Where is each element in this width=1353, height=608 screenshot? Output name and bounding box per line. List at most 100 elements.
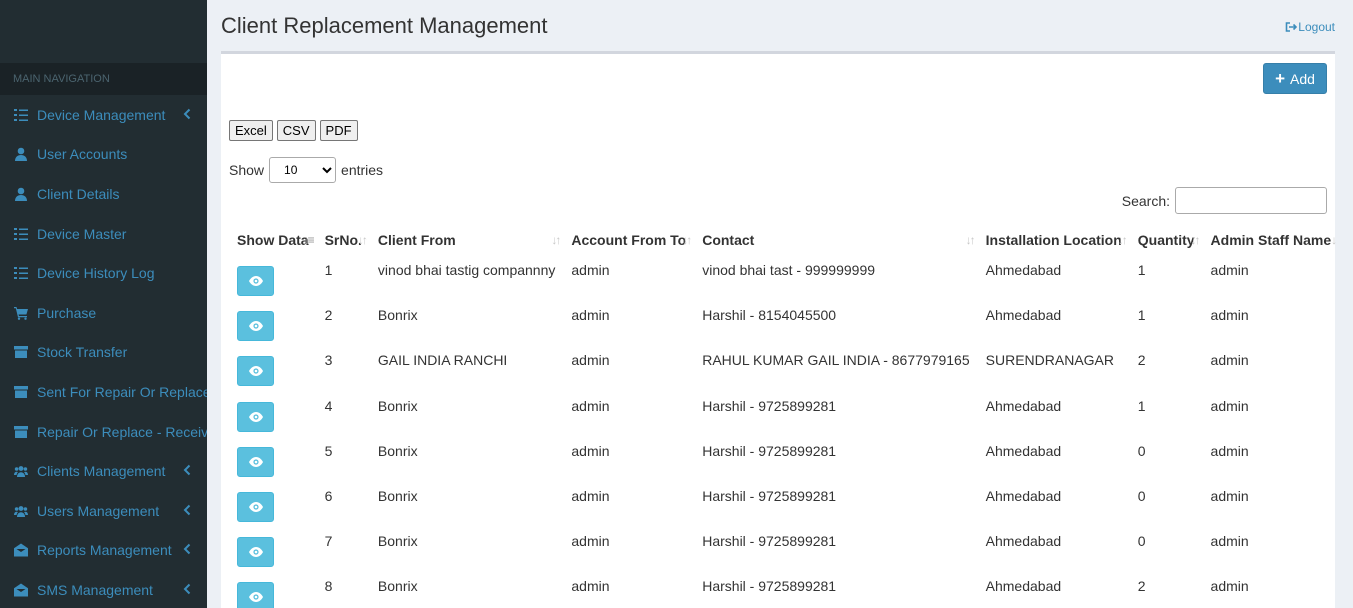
column-header[interactable]: Client From ↓↑ (370, 224, 563, 256)
quantity-cell: 0 (1137, 487, 1146, 504)
list-icon (14, 227, 28, 241)
sidebar-item-user-accounts[interactable]: User Accounts (0, 135, 207, 175)
view-button[interactable] (237, 446, 274, 477)
logout-link[interactable]: Logout (1285, 20, 1335, 34)
sidebar-item-label: Users Management (37, 502, 160, 519)
view-button[interactable] (237, 311, 274, 342)
client-from-cell: Bonrix (377, 397, 418, 414)
eye-icon (248, 321, 263, 332)
sidebar-item-label: Device Master (37, 225, 127, 242)
staff-cell: admin (1210, 442, 1249, 459)
quantity-cell: 2 (1137, 578, 1146, 595)
contact-cell: Harshil - 9725899281 (702, 578, 837, 595)
excel-button[interactable]: Excel (229, 120, 273, 141)
envelope-open-icon (14, 543, 28, 557)
contact-cell: vinod bhai tast - 999999999 (702, 262, 876, 278)
sign-out-icon (1285, 22, 1298, 32)
export-buttons: Excel CSV PDF (229, 120, 358, 141)
column-header[interactable]: Quantity ↓↑ (1130, 224, 1203, 256)
users-icon (14, 464, 28, 478)
location-cell: Ahmedabad (985, 262, 1062, 278)
sidebar-item-users-management[interactable]: Users Management (0, 491, 207, 531)
sort-desc-icon: ↓ (1331, 233, 1337, 247)
staff-cell: admin (1210, 397, 1249, 414)
table-row: 8 Bonrix admin Harshil - 9725899281 Ahmedaba… (229, 572, 1339, 608)
chevron-left-icon (183, 107, 191, 123)
account-cell: admin (571, 533, 610, 550)
users-icon (14, 504, 28, 518)
contact-cell: RAHUL KUMAR GAIL INDIA - 8677979165 (702, 352, 970, 369)
contact-cell: Harshil - 9725899281 (702, 397, 837, 414)
list-icon (14, 266, 28, 280)
client-from-cell: Bonrix (377, 533, 418, 550)
staff-cell: admin (1210, 578, 1249, 595)
sidebar-item-repair-or-replace-received[interactable]: Repair Or Replace - Received (0, 412, 207, 452)
table-row: 4 Bonrix admin Harshil - 9725899281 Ahmedaba… (229, 392, 1339, 437)
sidebar-item-sms-management[interactable]: SMS Management (0, 570, 207, 608)
quantity-cell: 1 (1137, 397, 1146, 414)
sidebar-item-label: Purchase (37, 304, 97, 321)
staff-cell: admin (1210, 307, 1249, 324)
archive-icon (14, 425, 28, 439)
client-from-cell: Bonrix (377, 442, 418, 459)
add-button[interactable]: + Add (1263, 63, 1327, 94)
contact-cell: Harshil - 9725899281 (702, 487, 837, 504)
pdf-button[interactable]: PDF (319, 120, 358, 141)
entries-select[interactable]: 10 (269, 157, 337, 183)
sidebar-item-stock-transfer[interactable]: Stock Transfer (0, 333, 207, 373)
view-button[interactable] (237, 491, 274, 522)
sidebar-item-reports-management[interactable]: Reports Management (0, 531, 207, 571)
quantity-cell: 2 (1137, 352, 1146, 369)
sidebar-item-label: Client Details (37, 185, 120, 202)
table-row: 6 Bonrix admin Harshil - 9725899281 Ahmedaba… (229, 482, 1339, 527)
sidebar-item-device-management[interactable]: Device Management (0, 95, 207, 135)
nav-list: Device Management User Accounts Client Det… (0, 95, 207, 608)
staff-cell: admin (1210, 533, 1249, 550)
column-header-label: SrNo. (324, 232, 362, 248)
account-cell: admin (571, 578, 610, 595)
srno-cell: 5 (324, 442, 333, 459)
column-header[interactable]: Account From To ↓↑ (563, 224, 694, 256)
page-title: Client Replacement Management (221, 13, 548, 38)
column-header[interactable]: Admin Staff Name ↓ (1203, 224, 1340, 256)
table-row: 5 Bonrix admin Harshil - 9725899281 Ahmedaba… (229, 437, 1339, 482)
sidebar-item-device-history-log[interactable]: Device History Log (0, 253, 207, 293)
sidebar-item-clients-management[interactable]: Clients Management (0, 451, 207, 491)
view-button[interactable] (237, 356, 274, 387)
search-input[interactable] (1175, 187, 1327, 214)
archive-icon (14, 385, 28, 399)
column-header[interactable]: SrNo. ↓↑ (317, 224, 370, 256)
view-button[interactable] (237, 537, 274, 568)
view-button[interactable] (237, 266, 274, 296)
location-cell: SURENDRANAGAR (985, 352, 1114, 369)
sidebar-item-device-master[interactable]: Device Master (0, 214, 207, 254)
column-header[interactable]: Contact ↓↑ (694, 224, 977, 256)
show-label: Show (229, 162, 265, 178)
sidebar-logo-area (0, 0, 207, 63)
sidebar-item-label: Sent For Repair Or Replace (37, 383, 207, 400)
account-cell: admin (571, 262, 610, 278)
archive-icon (14, 345, 28, 359)
user-icon (14, 187, 28, 201)
table-row: 7 Bonrix admin Harshil - 9725899281 Ahmedaba… (229, 527, 1339, 572)
column-header-label: Account From To (571, 232, 687, 248)
view-button[interactable] (237, 401, 274, 432)
column-header-label: Show Data (237, 232, 309, 248)
column-header[interactable]: Show Data ↓≡ (229, 224, 317, 256)
sidebar-item-client-details[interactable]: Client Details (0, 174, 207, 214)
sidebar-item-purchase[interactable]: Purchase (0, 293, 207, 333)
entries-label: entries (341, 162, 384, 178)
client-from-cell: Bonrix (377, 578, 418, 595)
column-header-label: Client From (377, 232, 456, 248)
sort-icon: ↓↑ (682, 233, 692, 247)
search-label: Search: (1121, 192, 1170, 209)
csv-button[interactable]: CSV (276, 120, 316, 141)
table-row: 1 vinod bhai tastig compannny admin vinod b… (229, 256, 1339, 301)
column-header[interactable]: Installation Location ↓↑ (978, 224, 1130, 256)
location-cell: Ahmedabad (985, 442, 1062, 459)
view-button[interactable] (237, 582, 274, 608)
sidebar-item-sent-for-repair-or-replace[interactable]: Sent For Repair Or Replace (0, 372, 207, 412)
add-label: Add (1290, 70, 1315, 87)
account-cell: admin (571, 352, 610, 369)
table-row: 2 Bonrix admin Harshil - 8154045500 Ahmedaba… (229, 301, 1339, 346)
